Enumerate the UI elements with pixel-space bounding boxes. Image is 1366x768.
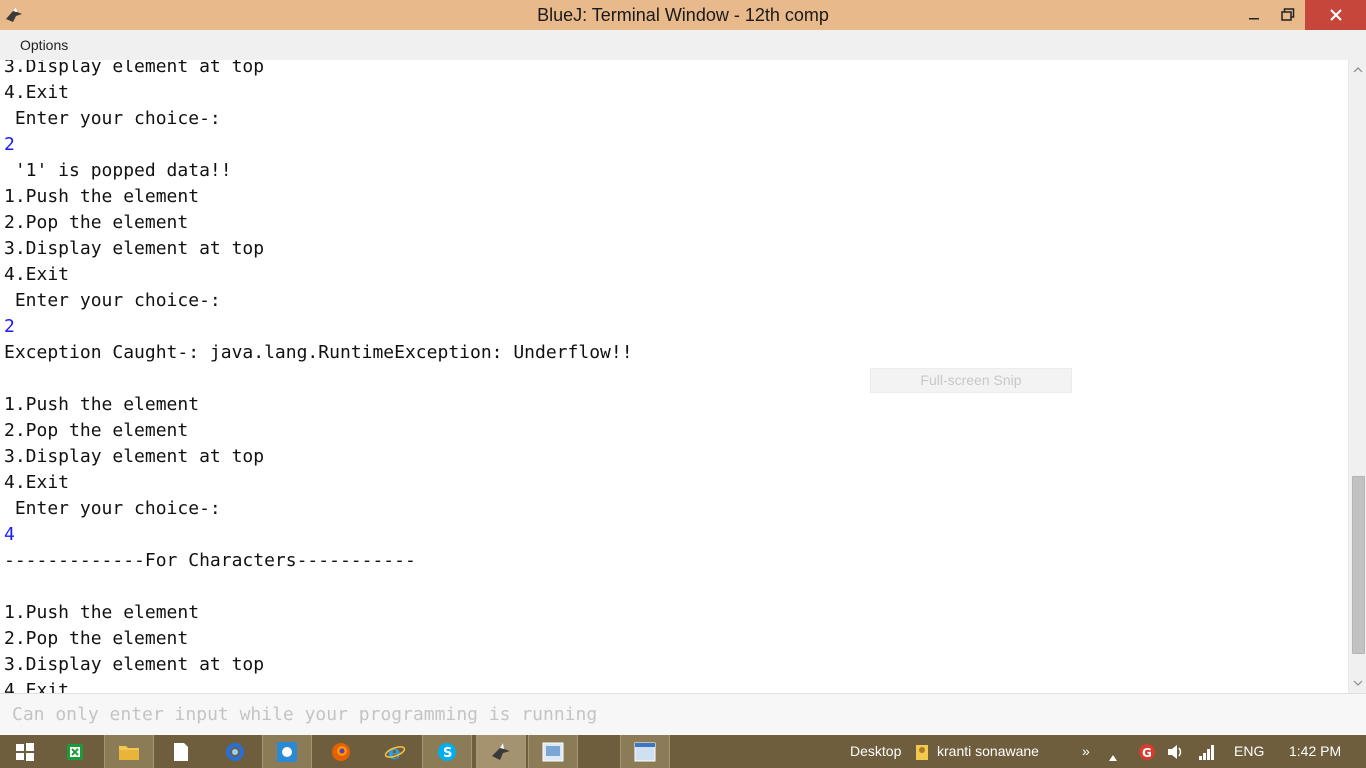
terminal-line: Exception Caught-: java.lang.RuntimeExce… — [4, 342, 633, 363]
folder-icon — [119, 745, 139, 760]
skype-icon: S — [438, 742, 456, 761]
terminal-line: Enter your choice-: — [4, 498, 221, 519]
desktop-toolbar-label[interactable]: Desktop — [850, 735, 901, 768]
restore-icon — [1281, 8, 1295, 21]
terminal-line: '1' is popped data!! — [4, 160, 232, 181]
terminal-input-echo: 2 — [4, 134, 15, 155]
window-title: BlueJ: Terminal Window - 12th comp — [537, 5, 829, 25]
internet-explorer-icon: e — [384, 741, 406, 763]
terminal-line: 3.Display element at top — [4, 654, 265, 675]
terminal-line: 1.Push the element — [4, 186, 200, 207]
terminal-input-echo: 4 — [4, 524, 15, 545]
terminal-line: 4.Exit — [4, 82, 70, 103]
terminal-line: Enter your choice-: — [4, 108, 221, 129]
title-bar: BlueJ: Terminal Window - 12th comp — [0, 0, 1366, 30]
terminal-output[interactable]: 3.Display element at top 4.Exit Enter you… — [0, 60, 1348, 693]
show-hidden-icons-icon[interactable] — [1108, 747, 1118, 766]
terminal-line: 4.Exit — [4, 472, 70, 493]
close-button[interactable] — [1305, 0, 1366, 30]
firefox-icon — [332, 742, 350, 761]
scroll-up-arrow-icon[interactable] — [1349, 62, 1366, 78]
terminal-input-echo: 2 — [4, 316, 15, 337]
firefox-button[interactable] — [316, 735, 366, 768]
windows-logo-icon — [16, 742, 34, 761]
input-area — [0, 693, 1366, 736]
volume-icon[interactable] — [1166, 743, 1186, 765]
user-folder-icon — [914, 743, 930, 765]
menu-bar: Options — [0, 30, 1366, 61]
file-explorer-button[interactable] — [104, 735, 154, 768]
vertical-scrollbar[interactable] — [1348, 60, 1366, 693]
terminal-line: 3.Display element at top — [4, 238, 265, 259]
toolbar-overflow-icon[interactable]: » — [1082, 735, 1090, 768]
language-indicator[interactable]: ENG — [1234, 735, 1264, 768]
terminal-input-field[interactable] — [4, 700, 1366, 728]
picture-icon — [542, 742, 564, 761]
terminal-line: 4.Exit — [4, 680, 70, 693]
ie-button[interactable]: e — [370, 735, 420, 768]
sun-icon — [277, 741, 297, 762]
svg-text:G: G — [1142, 746, 1152, 760]
bluej-button[interactable] — [476, 735, 526, 768]
maximize-button[interactable] — [1271, 0, 1305, 30]
bluej-bird-icon — [492, 742, 510, 760]
document-button[interactable] — [156, 735, 206, 768]
options-menu[interactable]: Options — [8, 30, 80, 60]
chrome-button[interactable] — [210, 735, 260, 768]
image-app-button[interactable] — [528, 735, 578, 768]
user-folder-label[interactable]: kranti sonawane — [937, 735, 1039, 768]
terminal-line: 1.Push the element — [4, 394, 200, 415]
spreadsheet-icon — [67, 743, 83, 760]
window-icon — [634, 742, 656, 761]
app-tray-icon[interactable]: G — [1138, 743, 1156, 765]
svg-text:S: S — [443, 746, 452, 761]
terminal-line: 3.Display element at top — [4, 446, 265, 467]
minimize-button[interactable] — [1237, 0, 1271, 30]
terminal-line: -------------For Characters----------- — [4, 550, 416, 571]
taskbar: e S Desktop kranti sonawane » G ENG 1:42… — [0, 735, 1366, 768]
terminal-line: Enter your choice-: — [4, 290, 221, 311]
start-button[interactable] — [0, 735, 50, 768]
terminal-line: 1.Push the element — [4, 602, 200, 623]
full-screen-snip-label: Full-screen Snip — [870, 368, 1072, 393]
terminal-line: 2.Pop the element — [4, 628, 189, 649]
terminal-line: 2.Pop the element — [4, 212, 189, 233]
minimize-icon — [1249, 18, 1259, 20]
browser-icon — [226, 742, 244, 761]
window-app-button[interactable] — [620, 735, 670, 768]
terminal-line: 2.Pop the element — [4, 420, 189, 441]
network-signal-icon[interactable] — [1198, 743, 1216, 765]
clock[interactable]: 1:42 PM — [1289, 735, 1341, 768]
scroll-down-arrow-icon[interactable] — [1349, 675, 1366, 691]
excel-button[interactable] — [50, 735, 100, 768]
terminal-text: 3.Display element at top 4.Exit Enter you… — [4, 60, 633, 693]
weather-button[interactable] — [262, 735, 312, 768]
close-icon — [1329, 9, 1342, 21]
skype-button[interactable]: S — [422, 735, 472, 768]
terminal-line: 4.Exit — [4, 264, 70, 285]
scroll-thumb[interactable] — [1352, 476, 1365, 654]
terminal-line: 3.Display element at top — [4, 60, 265, 77]
svg-text:e: e — [388, 741, 401, 763]
document-icon — [174, 742, 188, 761]
